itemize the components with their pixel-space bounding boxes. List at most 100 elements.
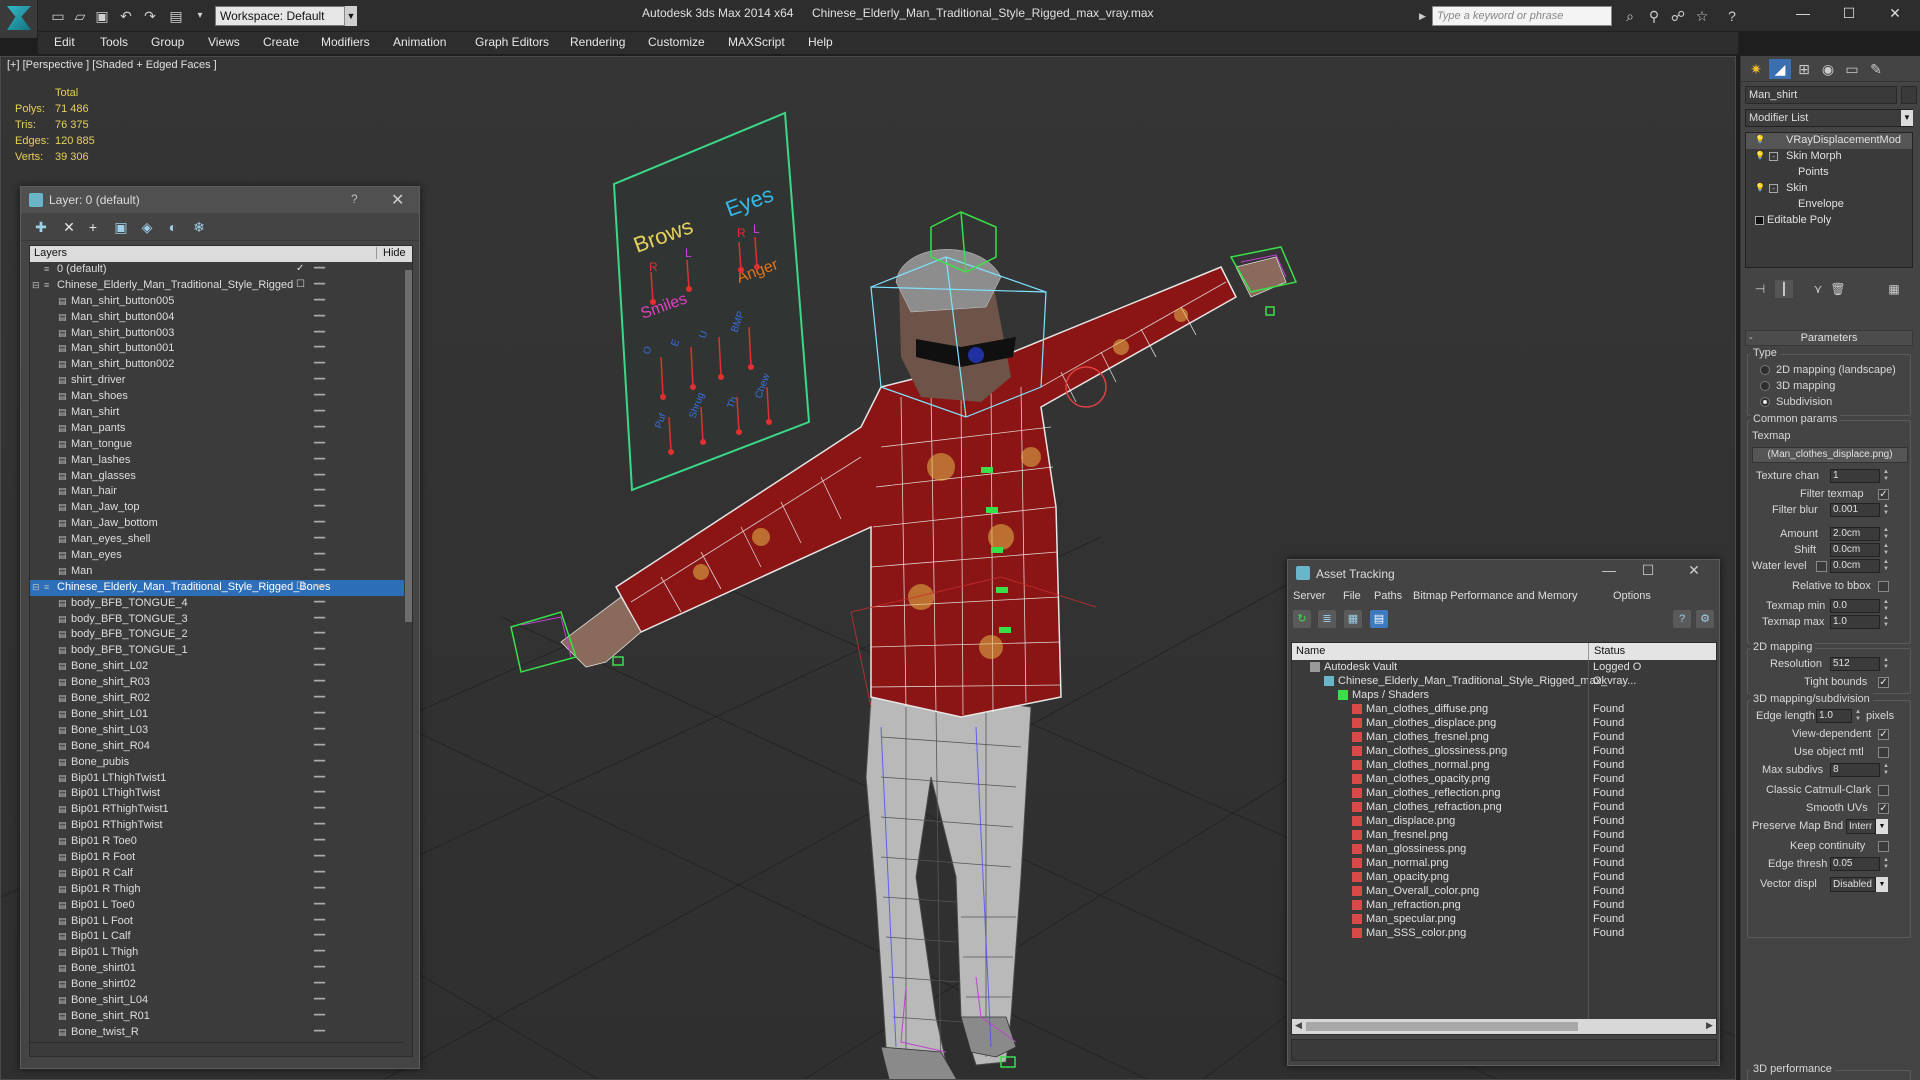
asset-row[interactable]: Man_specular.png Found <box>1292 912 1716 926</box>
layer-row[interactable]: ▤ Bip01 R Calf ━━ <box>30 866 412 882</box>
maximize-button[interactable]: ☐ <box>1633 562 1663 579</box>
hierarchy-tab-icon[interactable]: ⊞ <box>1793 59 1815 79</box>
delete-layer-icon[interactable]: ✕ <box>59 217 79 237</box>
asset-row[interactable]: Man_clothes_displace.png Found <box>1292 716 1716 730</box>
subscription-icon[interactable]: ⚲ <box>1644 6 1664 26</box>
hide-toggle[interactable]: ━━ <box>314 676 328 687</box>
asset-row[interactable]: Man_refraction.png Found <box>1292 898 1716 912</box>
column-header-name[interactable]: Name <box>1296 645 1325 657</box>
menu-customize[interactable]: Customize <box>648 35 705 49</box>
max-subdivs-input[interactable]: 8 <box>1830 763 1880 777</box>
hide-toggle[interactable]: ━━ <box>314 390 328 401</box>
texmap-max-input[interactable]: 1.0 <box>1830 615 1880 629</box>
chevron-down-icon[interactable]: ▼ <box>1876 877 1888 892</box>
spinner-icon[interactable]: ▲ ▼ <box>1882 657 1890 671</box>
layer-row[interactable]: ▤ Bone_shirt_L01 ━━ <box>30 707 412 723</box>
add-to-layer-icon[interactable]: + <box>83 217 103 237</box>
preserve-map-select[interactable]: Interr <box>1846 819 1876 834</box>
layer-row[interactable]: ▤ Bip01 R Toe0 ━━ <box>30 834 412 850</box>
hide-toggle[interactable]: ━━ <box>314 597 328 608</box>
column-header-hide[interactable]: Hide <box>376 247 406 259</box>
object-name-field[interactable]: Man_shirt <box>1745 86 1897 104</box>
layer-row[interactable]: ▤ Man_Jaw_bottom ━━ <box>30 516 412 532</box>
lightbulb-icon[interactable]: 💡 <box>1755 135 1765 145</box>
layer-vertical-scrollbar[interactable] <box>404 262 412 1042</box>
hide-toggle[interactable]: ━━ <box>314 660 328 671</box>
texture-chan-input[interactable]: 1 <box>1830 469 1880 483</box>
scroll-left-icon[interactable]: ◀ <box>1295 1020 1302 1031</box>
utilities-tab-icon[interactable]: ✎ <box>1865 59 1887 79</box>
hide-toggle[interactable]: ━━ <box>314 327 328 338</box>
asset-row[interactable]: Man_clothes_refraction.png Found <box>1292 800 1716 814</box>
hide-toggle[interactable]: ━━ <box>314 517 328 528</box>
object-color-swatch[interactable] <box>1901 86 1917 104</box>
asset-horizontal-scrollbar[interactable]: ◀ ▶ <box>1292 1019 1716 1034</box>
hide-toggle[interactable]: ━━ <box>314 1010 328 1021</box>
layer-row[interactable]: ▤ Bone_shirt_L02 ━━ <box>30 659 412 675</box>
menu-help[interactable]: Help <box>808 35 833 49</box>
asset-menu-bitmap-performance[interactable]: Bitmap Performance and Memory <box>1413 590 1577 602</box>
asset-menu-options[interactable]: Options <box>1613 590 1651 602</box>
hide-toggle[interactable]: ━━ <box>314 454 328 465</box>
menu-graph-editors[interactable]: Graph Editors <box>475 35 549 49</box>
lightbulb-icon[interactable]: 💡 <box>1755 183 1765 193</box>
motion-tab-icon[interactable]: ◉ <box>1817 59 1839 79</box>
hide-toggle[interactable]: ━━ <box>314 946 328 957</box>
binoculars-icon[interactable]: ⌕ <box>1620 6 1640 26</box>
layer-row[interactable]: ▤ Man_shirt_button001 ━━ <box>30 341 412 357</box>
hide-toggle[interactable]: ━━ <box>314 581 328 592</box>
vector-displ-select[interactable]: Disabled <box>1830 877 1876 892</box>
layer-row[interactable]: ≡ 0 (default) ✓ ━━ <box>30 262 412 278</box>
layer-row[interactable]: ▤ Bone_shirt_R04 ━━ <box>30 739 412 755</box>
workspace-select[interactable]: Workspace: Default <box>215 6 357 26</box>
layer-row[interactable]: ▤ Man_shoes ━━ <box>30 389 412 405</box>
hide-toggle[interactable]: ━━ <box>314 851 328 862</box>
expand-toggle-icon[interactable]: - <box>1769 152 1778 161</box>
spinner-icon[interactable]: ▲ ▼ <box>1882 857 1890 871</box>
asset-row[interactable]: Man_clothes_normal.png Found <box>1292 758 1716 772</box>
asset-row[interactable]: Autodesk Vault Logged O <box>1292 660 1716 674</box>
expand-toggle-icon[interactable]: - <box>1769 184 1778 193</box>
hide-toggle[interactable]: ━━ <box>314 422 328 433</box>
modifier-list-select[interactable]: Modifier List ▼ <box>1745 109 1913 127</box>
layer-row[interactable]: ▤ Bip01 RThighTwist1 ━━ <box>30 802 412 818</box>
layer-row[interactable]: ▤ body_BFB_TONGUE_2 ━━ <box>30 627 412 643</box>
spinner-icon[interactable]: ▲ ▼ <box>1854 709 1862 723</box>
communication-center-icon[interactable]: ☍ <box>1668 6 1688 26</box>
asset-row[interactable]: Man_displace.png Found <box>1292 814 1716 828</box>
smooth-uvs-checkbox[interactable]: ✓ <box>1878 803 1889 814</box>
remove-modifier-icon[interactable]: 🗑 <box>1829 280 1847 298</box>
save-icon[interactable]: ▣ <box>92 6 112 26</box>
layer-row[interactable]: ▤ Man_tongue ━━ <box>30 437 412 453</box>
filter-texmap-checkbox[interactable]: ✓ <box>1878 489 1889 500</box>
layer-row[interactable]: ▤ Man_shirt_button004 ━━ <box>30 310 412 326</box>
hide-toggle[interactable]: ━━ <box>314 915 328 926</box>
current-layer-checkbox[interactable]: ☐ <box>296 279 310 290</box>
close-button[interactable]: ✕ <box>391 190 404 210</box>
menu-views[interactable]: Views <box>208 35 240 49</box>
layer-row[interactable]: ▤ Man_Jaw_top ━━ <box>30 500 412 516</box>
layer-row[interactable]: ▤ Man_shirt ━━ <box>30 405 412 421</box>
hide-toggle[interactable]: ━━ <box>314 644 328 655</box>
layer-row[interactable]: ▤ Bone_shirt02 ━━ <box>30 977 412 993</box>
chevron-down-icon[interactable]: ▼ <box>1901 110 1913 126</box>
hide-toggle[interactable]: ━━ <box>314 406 328 417</box>
app-logo-button[interactable] <box>0 0 38 38</box>
menu-maxscript[interactable]: MAXScript <box>728 35 785 49</box>
layer-row[interactable]: ▤ Bone_shirt_R03 ━━ <box>30 675 412 691</box>
close-button[interactable]: ✕ <box>1872 0 1918 26</box>
modify-tab-icon[interactable]: ◢ <box>1769 59 1791 79</box>
layer-row[interactable]: ▤ Man_lashes ━━ <box>30 453 412 469</box>
chevron-down-icon[interactable]: ▼ <box>1876 819 1888 834</box>
vault-settings-icon[interactable]: ⚙ <box>1696 610 1714 628</box>
help-icon[interactable]: ? <box>1673 610 1691 628</box>
viewport-label[interactable]: [+] [Perspective ] [Shaded + Edged Faces… <box>7 59 217 71</box>
modifier-stack-item[interactable]: 💡 - Skin Morph <box>1746 149 1912 165</box>
layer-row[interactable]: ▤ Bip01 LThighTwist ━━ <box>30 786 412 802</box>
resolution-input[interactable]: 512 <box>1830 657 1880 671</box>
tight-bounds-checkbox[interactable]: ✓ <box>1878 677 1889 688</box>
scrollbar-thumb[interactable] <box>1306 1022 1578 1031</box>
use-object-mtl-checkbox[interactable] <box>1878 747 1889 758</box>
menu-group[interactable]: Group <box>151 35 184 49</box>
hide-toggle[interactable]: ━━ <box>314 613 328 624</box>
